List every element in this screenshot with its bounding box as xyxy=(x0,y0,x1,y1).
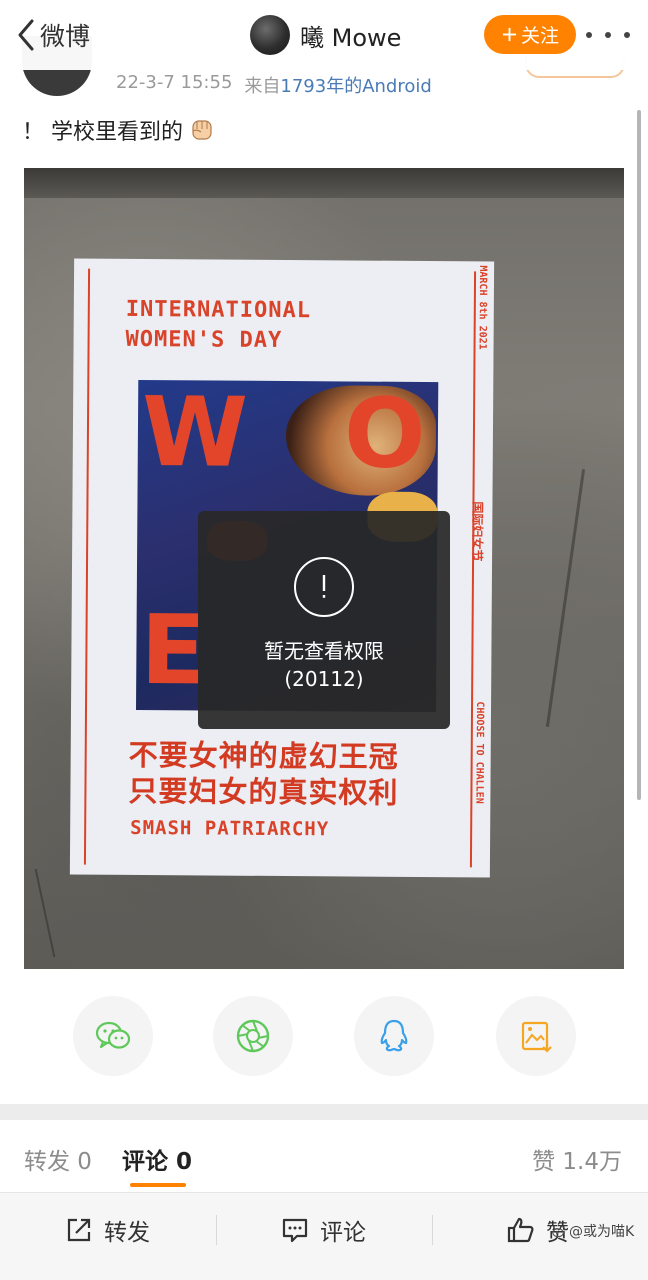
chevron-left-icon xyxy=(18,19,34,51)
repost-icon xyxy=(67,1218,91,1242)
comment-label: 评论 xyxy=(320,1220,366,1246)
top-navbar: 微博 曦 Mowe 关注 xyxy=(0,0,648,70)
weibo-logo-icon xyxy=(552,1226,566,1238)
poster-border-line xyxy=(83,268,91,865)
moments-icon xyxy=(236,1019,270,1053)
permission-message: 暂无查看权限 (20112) xyxy=(264,637,384,693)
interaction-tabs: 转发 0 评论 0 赞 1.4万 xyxy=(0,1120,648,1192)
more-options-button[interactable] xyxy=(586,22,630,48)
section-divider xyxy=(0,1104,648,1120)
save-image-icon xyxy=(521,1021,552,1053)
poster-art-letter: O xyxy=(343,379,426,490)
poster-side-choose: CHOOSE TO CHALLEN xyxy=(473,701,486,804)
follow-button[interactable]: 关注 xyxy=(484,15,576,54)
comment-button[interactable]: 评论 xyxy=(280,1213,366,1247)
wall-crack xyxy=(34,868,56,958)
post-source-line: 来自1793年的Android xyxy=(244,72,431,98)
tab-likes[interactable]: 赞 1.4万 xyxy=(532,1142,622,1176)
action-divider xyxy=(432,1215,433,1245)
watermark-text: @或为喵K xyxy=(569,1224,635,1240)
comment-icon xyxy=(282,1218,308,1243)
poster-english-slogan: SMASH PATRIARCHY xyxy=(130,816,330,841)
poster-side-chinese: 国际妇女节 xyxy=(470,501,485,562)
wall-crack xyxy=(545,469,586,727)
post-timestamp: 22-3-7 15:55 xyxy=(116,72,233,93)
active-tab-indicator xyxy=(130,1183,186,1187)
share-row xyxy=(0,996,648,1076)
repost-label: 转发 xyxy=(104,1220,150,1246)
poster-chinese-line: 不要女神的虚幻王冠 xyxy=(128,737,399,774)
thumbs-up-icon xyxy=(507,1217,534,1243)
tab-reposts[interactable]: 转发 0 xyxy=(24,1142,92,1176)
dot-icon xyxy=(586,32,592,38)
bottom-action-bar: 转发 评论 赞 @或为喵K xyxy=(0,1192,648,1280)
post-text: ！ 学校里看到的 xyxy=(22,120,183,145)
poster-chinese-line: 只要妇女的真实权利 xyxy=(128,773,399,810)
back-button[interactable]: 微博 xyxy=(16,16,90,54)
poster-side-date: MARCH 8th 2021 xyxy=(476,265,489,350)
post-source-prefix: 来自 xyxy=(244,76,281,97)
dot-icon xyxy=(605,32,611,38)
poster-title-line: WOMEN'S DAY xyxy=(125,326,283,353)
permission-text: 暂无查看权限 xyxy=(264,639,384,663)
post-meta: 22-3-7 15:55 来自1793年的Android xyxy=(116,72,432,98)
tab-comments[interactable]: 评论 0 xyxy=(122,1142,192,1176)
save-image-button[interactable] xyxy=(496,996,576,1076)
qq-icon xyxy=(380,1019,408,1052)
poster-art-letter: W xyxy=(141,379,249,489)
avatar[interactable] xyxy=(250,15,290,55)
back-label: 微博 xyxy=(40,22,91,51)
wechat-icon xyxy=(95,1021,131,1049)
share-wechat-button[interactable] xyxy=(73,996,153,1076)
post-source-link[interactable]: 1793年的Android xyxy=(280,76,431,97)
poster-art-letter: E xyxy=(140,594,207,707)
repost-button[interactable]: 转发 xyxy=(64,1213,150,1247)
post-body: ！ 学校里看到的 xyxy=(22,114,217,146)
nav-user-profile[interactable]: 曦 Mowe xyxy=(250,14,401,56)
action-divider xyxy=(216,1215,217,1245)
dot-icon xyxy=(624,32,630,38)
permission-code: (20112) xyxy=(284,667,364,691)
no-permission-toast: 暂无查看权限 (20112) xyxy=(198,511,450,729)
exclamation-icon xyxy=(294,557,354,617)
poster-chinese-slogan: 不要女神的虚幻王冠 只要妇女的真实权利 xyxy=(128,737,448,811)
share-qq-button[interactable] xyxy=(354,996,434,1076)
wall-ledge xyxy=(24,168,624,198)
follow-label: 关注 xyxy=(520,25,559,47)
username[interactable]: 曦 Mowe xyxy=(300,18,401,53)
scrollbar[interactable] xyxy=(637,110,641,800)
poster-title: INTERNATIONAL WOMEN'S DAY xyxy=(125,295,361,357)
plus-icon xyxy=(502,27,517,42)
fist-emoji-icon xyxy=(192,120,212,140)
poster-title-line: INTERNATIONAL xyxy=(125,296,312,324)
watermark: @或为喵K xyxy=(552,1221,634,1241)
share-moments-button[interactable] xyxy=(213,996,293,1076)
